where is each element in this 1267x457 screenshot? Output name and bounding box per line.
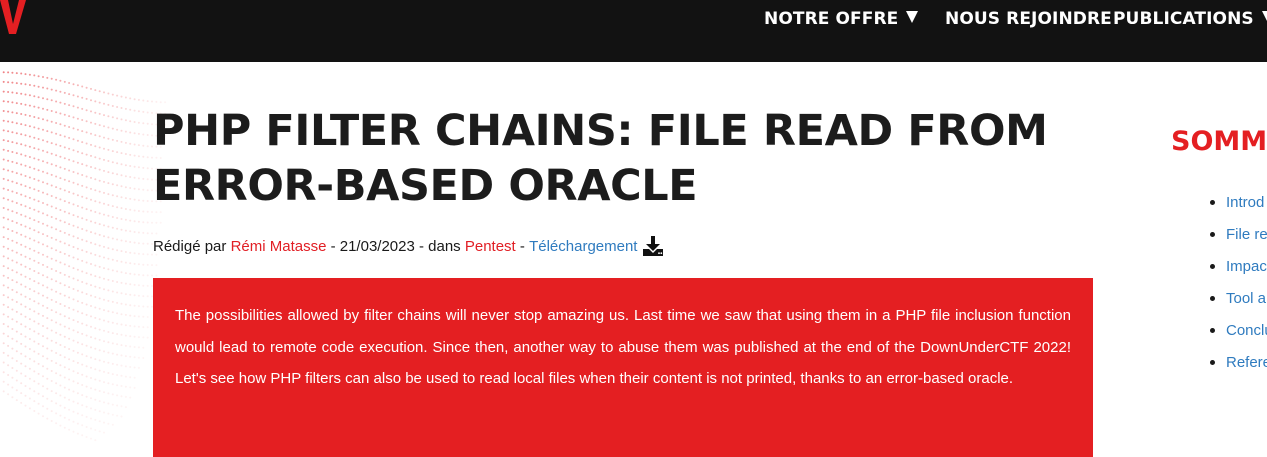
toc-item[interactable]: Refere [1210, 346, 1267, 378]
toc-title: SOMMA [1171, 126, 1267, 157]
toc-item[interactable]: File re [1210, 218, 1267, 250]
nav-publications[interactable]: PUBLICATIONS [1113, 0, 1267, 38]
toc-item[interactable]: Tool a [1210, 282, 1267, 314]
bullet-icon [1210, 199, 1215, 205]
toc-item-label: Impac [1226, 257, 1267, 275]
toc-item-label: Introd [1226, 193, 1265, 211]
article-intro-text: The possibilities allowed by filter chai… [175, 307, 1071, 388]
toc-item-label: Refere [1226, 353, 1267, 371]
meta-date: - 21/03/2023 - dans [326, 237, 465, 255]
article-meta: Rédigé par Rémi Matasse - 21/03/2023 - d… [153, 236, 664, 256]
bullet-icon [1210, 327, 1215, 333]
toc-item-label: Tool a [1226, 289, 1267, 307]
meta-dash: - [515, 237, 530, 255]
toc-item[interactable]: Introd [1210, 186, 1267, 218]
top-navigation-bar: NOTRE OFFRE NOUS REJOINDRE PUBLICATIONS [0, 0, 1267, 62]
caret-down-icon [1261, 11, 1267, 23]
toc-item-label: File re [1226, 225, 1267, 243]
toc-item-label: Conclu [1226, 321, 1267, 339]
download-icon[interactable] [642, 236, 664, 256]
meta-written-by: Rédigé par [153, 237, 227, 255]
article-intro-box: The possibilities allowed by filter chai… [153, 278, 1093, 457]
nav-nous-rejoindre[interactable]: NOUS REJOINDRE [945, 0, 1112, 38]
bullet-icon [1210, 359, 1215, 365]
caret-down-icon [906, 11, 919, 23]
brand-logo[interactable] [0, 0, 30, 34]
toc-item[interactable]: Impac [1210, 250, 1267, 282]
toc-list: Introd File re Impac Tool a Conclu Refere [1210, 186, 1267, 378]
bullet-icon [1210, 295, 1215, 301]
category-link[interactable]: Pentest [465, 238, 516, 255]
bullet-icon [1210, 231, 1215, 237]
nav-notre-offre-label: NOTRE OFFRE [764, 9, 899, 29]
nav-notre-offre[interactable]: NOTRE OFFRE [764, 0, 919, 38]
author-link[interactable]: Rémi Matasse [231, 238, 327, 255]
article-title: PHP FILTER CHAINS: FILE READ FROM ERROR-… [153, 106, 1048, 211]
nav-nous-rejoindre-label: NOUS REJOINDRE [945, 9, 1112, 29]
nav-publications-label: PUBLICATIONS [1113, 9, 1254, 29]
download-link[interactable]: Téléchargement [529, 238, 637, 255]
bullet-icon [1210, 263, 1215, 269]
toc-item[interactable]: Conclu [1210, 314, 1267, 346]
